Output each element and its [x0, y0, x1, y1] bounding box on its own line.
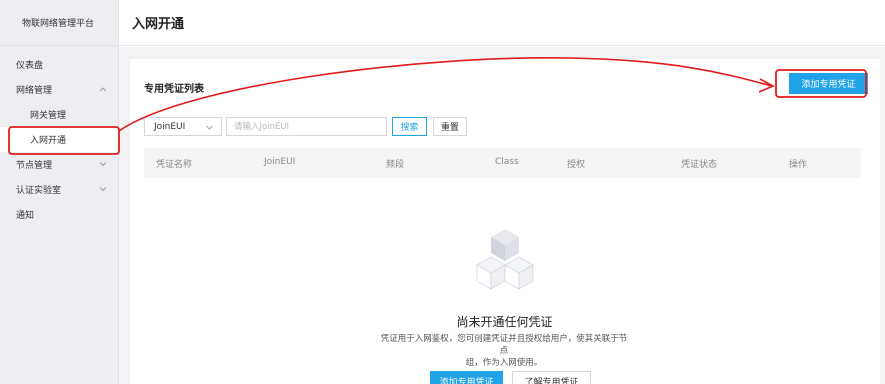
sidebar-item-cert-lab[interactable]: 认证实验室 — [0, 177, 118, 202]
search-input[interactable] — [226, 117, 387, 136]
sidebar-item-network-access[interactable]: 入网开通 — [0, 127, 118, 152]
credential-card: 专用凭证列表 添加专用凭证 JoinEUI 搜索 重置 凭证名称 JoinEUI… — [130, 59, 880, 384]
learn-credential-button[interactable]: 了解专用凭证 — [512, 371, 591, 384]
column-header-class: Class — [495, 157, 519, 167]
page-title: 入网开通 — [132, 17, 185, 32]
column-header-auth: 授权 — [567, 160, 586, 170]
empty-state-title: 尚未开通任何凭证 — [456, 315, 553, 329]
sidebar-item-label: 网关管理 — [30, 111, 67, 121]
empty-state-desc-line: 凭证用于入网鉴权，您可创建凭证并且授权给用户，使其关联于节点 — [380, 334, 628, 356]
chevron-up-icon — [99, 87, 107, 92]
brand-title: 物联网络管理平台 — [0, 0, 118, 46]
sidebar-item-label: 仪表盘 — [16, 61, 44, 71]
sidebar-item-node-management[interactable]: 节点管理 — [0, 152, 118, 177]
column-header-actions: 操作 — [789, 160, 808, 170]
chevron-down-icon — [99, 187, 107, 192]
reset-button[interactable]: 重置 — [433, 117, 467, 136]
empty-state-description: 凭证用于入网鉴权，您可创建凭证并且授权给用户，使其关联于节点 组，作为入网使用。 — [379, 333, 629, 369]
column-header-band: 频段 — [386, 160, 405, 170]
chevron-down-icon — [99, 162, 107, 167]
add-credential-button[interactable]: 添加专用凭证 — [789, 73, 868, 94]
sidebar-item-dashboard[interactable]: 仪表盘 — [0, 52, 118, 77]
column-header-status: 凭证状态 — [681, 160, 718, 170]
filter-type-select[interactable]: JoinEUI — [144, 117, 222, 136]
sidebar-item-notifications[interactable]: 通知 — [0, 202, 118, 227]
sidebar-item-label: 网络管理 — [16, 86, 53, 96]
sidebar-item-label: 节点管理 — [16, 161, 53, 171]
sidebar-item-network-management[interactable]: 网络管理 — [0, 77, 118, 102]
chevron-down-icon — [206, 125, 213, 130]
filter-type-value: JoinEUI — [154, 121, 186, 132]
sidebar-nav: 仪表盘 网络管理 网关管理 入网开通 节点管理 认证实验室 通知 — [0, 46, 118, 227]
empty-cubes-icon — [476, 229, 534, 290]
empty-add-credential-button[interactable]: 添加专用凭证 — [430, 371, 503, 384]
sidebar-item-label: 通知 — [16, 211, 35, 221]
sidebar: 物联网络管理平台 仪表盘 网络管理 网关管理 入网开通 节点管理 认证实验室 通… — [0, 0, 119, 384]
table-header: 凭证名称 JoinEUI 频段 Class 授权 凭证状态 操作 — [144, 148, 861, 178]
main-content: 专用凭证列表 添加专用凭证 JoinEUI 搜索 重置 凭证名称 JoinEUI… — [119, 47, 885, 384]
column-header-joineui: JoinEUI — [264, 157, 296, 167]
filter-bar: JoinEUI 搜索 重置 — [144, 117, 467, 136]
column-header-name: 凭证名称 — [156, 160, 193, 170]
sidebar-item-gateway-management[interactable]: 网关管理 — [0, 102, 118, 127]
search-button[interactable]: 搜索 — [392, 117, 427, 136]
sidebar-item-label: 认证实验室 — [16, 186, 62, 196]
page-header: 入网开通 — [119, 0, 885, 46]
empty-state-desc-line: 组，作为入网使用。 — [465, 358, 543, 368]
sidebar-item-label: 入网开通 — [30, 136, 67, 146]
card-title: 专用凭证列表 — [144, 84, 204, 95]
